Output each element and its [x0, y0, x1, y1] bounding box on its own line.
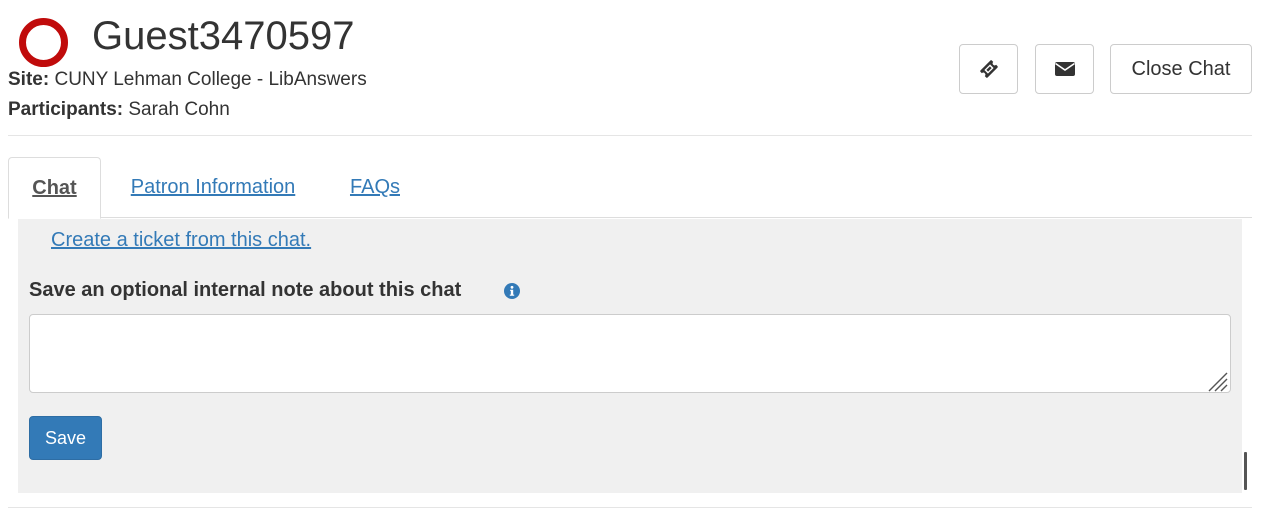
tab-patron-information[interactable]: Patron Information — [118, 157, 308, 218]
info-icon[interactable] — [504, 283, 520, 299]
internal-note-textarea[interactable] — [29, 314, 1231, 393]
email-transcript-button[interactable] — [1035, 44, 1094, 94]
participants-info: Participants: Sarah Cohn — [8, 98, 230, 122]
save-note-button[interactable]: Save — [29, 416, 102, 460]
envelope-icon — [1054, 62, 1075, 76]
create-ticket-button[interactable] — [959, 44, 1018, 94]
tab-chat[interactable]: Chat — [8, 157, 101, 219]
participants-label: Participants: — [8, 99, 124, 120]
ticket-icon — [979, 60, 998, 78]
chat-tabs: Chat Patron Information FAQs — [8, 157, 1252, 219]
participants-value: Sarah Cohn — [123, 99, 230, 120]
scrollbar-thumb[interactable] — [1244, 452, 1247, 490]
internal-note-label: Save an optional internal note about thi… — [29, 279, 462, 301]
status-indicator-icon — [19, 18, 68, 67]
create-ticket-link[interactable]: Create a ticket from this chat. — [51, 229, 311, 252]
tab-faqs[interactable]: FAQs — [340, 157, 410, 218]
guest-name: Guest3470597 — [92, 14, 355, 58]
chat-panel: Create a ticket from this chat. Save an … — [18, 219, 1242, 493]
site-info: Site: CUNY Lehman College - LibAnswers — [8, 68, 367, 92]
site-label: Site: — [8, 69, 50, 90]
resize-handle-icon[interactable] — [1206, 370, 1228, 392]
site-value: CUNY Lehman College - LibAnswers — [49, 69, 367, 90]
close-chat-button[interactable]: Close Chat — [1110, 44, 1252, 94]
divider — [8, 507, 1252, 508]
chat-header: Guest3470597 Site: CUNY Lehman College -… — [8, 0, 1252, 136]
